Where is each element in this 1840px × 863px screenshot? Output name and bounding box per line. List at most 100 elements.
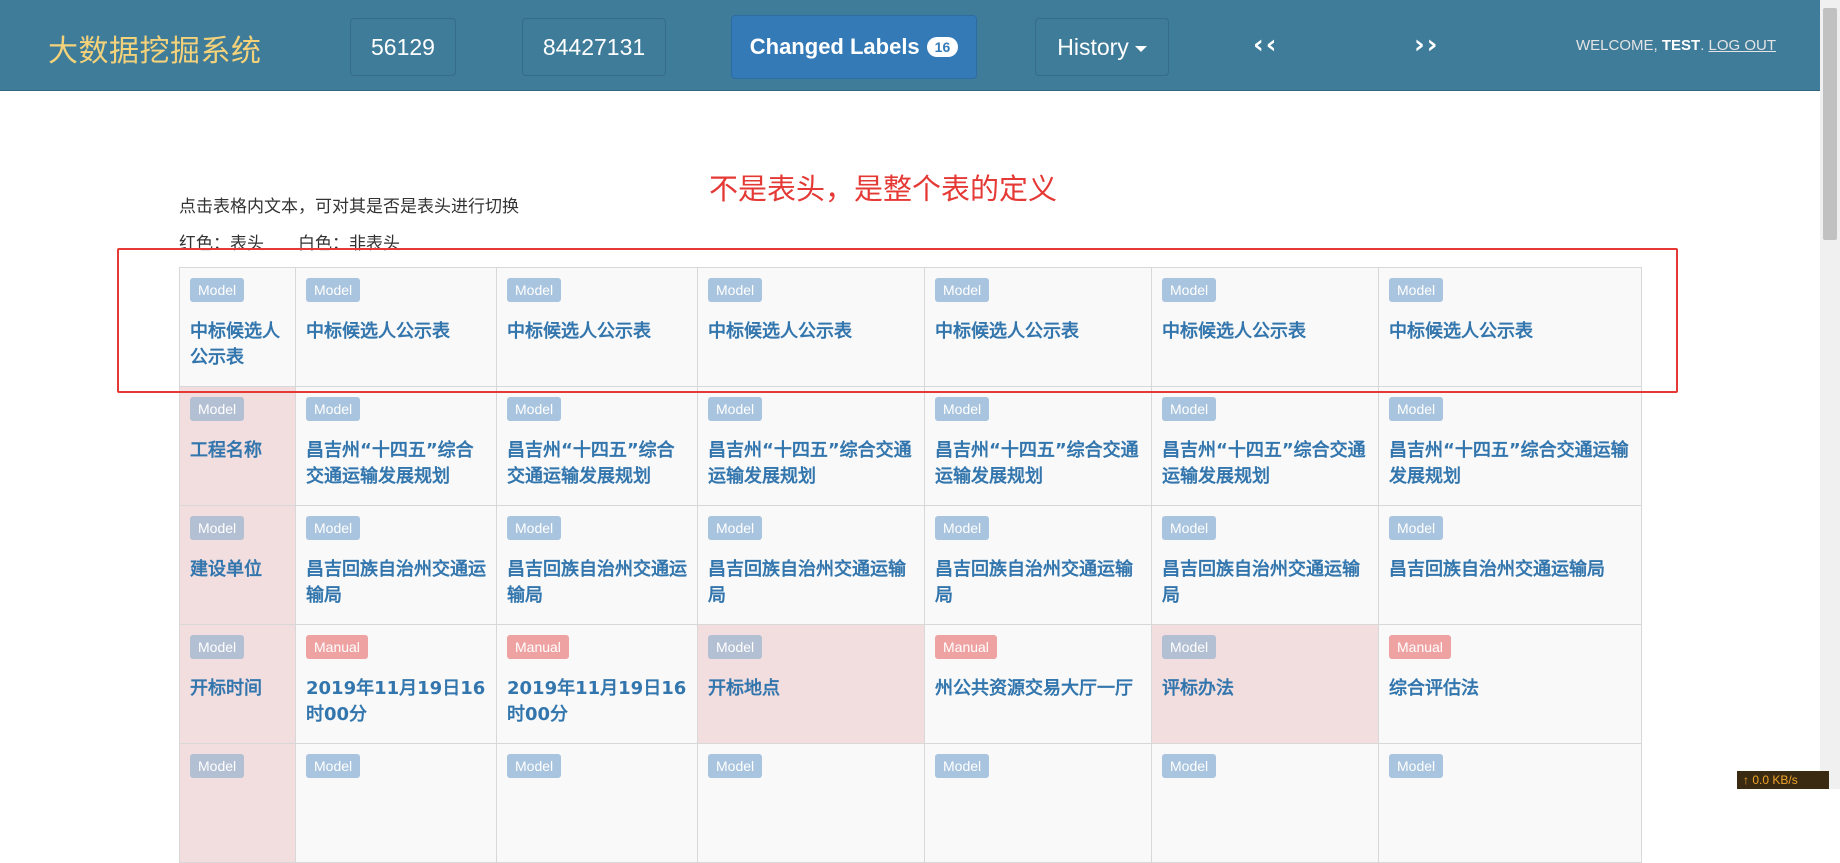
source-tag: Model — [1389, 397, 1444, 421]
cell-text[interactable]: 昌吉州“十四五”综合交通运输发展规划 — [708, 438, 914, 490]
table-row: Model 中标候选人公示表 Model 中标候选人公示表 Model 中标候选人公示表 M… — [179, 267, 1642, 387]
table-cell[interactable]: Model 中标候选人公示表 — [496, 267, 698, 387]
cell-text[interactable]: 综合评估法 — [1389, 676, 1631, 702]
cell-text[interactable]: 昌吉州“十四五”综合交通运输发展规划 — [1162, 438, 1368, 490]
changed-labels-button[interactable]: Changed Labels 16 — [731, 15, 977, 79]
legend-text: 红色：表头 白色：非表头 — [179, 229, 400, 254]
changed-labels-label: Changed Labels — [749, 34, 920, 59]
table-cell[interactable]: Model — [1378, 743, 1642, 863]
next-arrows-icon[interactable]: ›› — [1414, 30, 1439, 60]
cell-text[interactable]: 评标办法 — [1162, 676, 1368, 702]
source-tag: Model — [708, 516, 763, 540]
table-cell[interactable]: Manual 州公共资源交易大厅一厅 — [924, 624, 1152, 744]
source-tag: Model — [935, 516, 990, 540]
cell-text[interactable]: 2019年11月19日16时00分 — [507, 676, 687, 728]
brand-title[interactable]: 大数据挖掘系统 — [48, 26, 262, 70]
table-cell[interactable]: Model 中标候选人公示表 — [924, 267, 1152, 387]
table-cell[interactable]: Model 昌吉州“十四五”综合交通运输发展规划 — [1378, 386, 1642, 506]
cell-text[interactable]: 开标地点 — [708, 676, 914, 702]
counter-a[interactable]: 56129 — [350, 18, 456, 76]
cell-text[interactable]: 中标候选人公示表 — [306, 319, 486, 345]
table-cell[interactable]: Model — [697, 743, 925, 863]
cell-text[interactable]: 中标候选人公示表 — [1389, 319, 1631, 345]
table-cell[interactable]: Model 昌吉回族自治州交通运输局 — [496, 505, 698, 625]
table-cell[interactable]: Model 建设单位 — [179, 505, 296, 625]
table-cell[interactable]: Model — [496, 743, 698, 863]
table-cell[interactable]: Model 昌吉州“十四五”综合交通运输发展规划 — [295, 386, 497, 506]
table-cell[interactable]: Model 昌吉州“十四五”综合交通运输发展规划 — [496, 386, 698, 506]
cell-text[interactable]: 工程名称 — [190, 438, 285, 464]
source-tag: Model — [935, 278, 990, 302]
table-cell[interactable]: Model 中标候选人公示表 — [1151, 267, 1379, 387]
cell-text[interactable]: 昌吉回族自治州交通运输局 — [507, 557, 687, 609]
welcome-prefix: WELCOME, — [1576, 37, 1658, 54]
logout-link[interactable]: LOG OUT — [1709, 37, 1777, 54]
table-cell[interactable]: Model 昌吉州“十四五”综合交通运输发展规划 — [697, 386, 925, 506]
table-cell[interactable]: Model 评标办法 — [1151, 624, 1379, 744]
table-cell[interactable]: Model 开标地点 — [697, 624, 925, 744]
table-cell[interactable]: Manual 2019年11月19日16时00分 — [496, 624, 698, 744]
cell-text[interactable]: 开标时间 — [190, 676, 285, 702]
table-cell[interactable]: Model — [924, 743, 1152, 863]
source-tag: Model — [190, 635, 245, 659]
table-cell[interactable]: Model 中标候选人公示表 — [295, 267, 497, 387]
table-cell[interactable]: Model 中标候选人公示表 — [697, 267, 925, 387]
table-cell[interactable]: Model 昌吉州“十四五”综合交通运输发展规划 — [924, 386, 1152, 506]
table-cell[interactable]: Model 昌吉回族自治州交通运输局 — [1151, 505, 1379, 625]
cell-text[interactable]: 昌吉州“十四五”综合交通运输发展规划 — [1389, 438, 1631, 490]
cell-text[interactable]: 州公共资源交易大厅一厅 — [935, 676, 1141, 702]
cell-text[interactable]: 中标候选人公示表 — [507, 319, 687, 345]
cell-text[interactable]: 昌吉回族自治州交通运输局 — [306, 557, 486, 609]
counter-b[interactable]: 84427131 — [522, 18, 666, 76]
cell-text[interactable]: 昌吉回族自治州交通运输局 — [1389, 557, 1631, 583]
data-table: Model 中标候选人公示表 Model 中标候选人公示表 Model 中标候选人公示表 M… — [179, 267, 1642, 863]
source-tag: Manual — [306, 635, 368, 659]
vertical-scrollbar[interactable] — [1820, 0, 1840, 789]
prev-arrows-icon[interactable]: ‹‹ — [1253, 30, 1278, 60]
table-cell[interactable]: Model 昌吉州“十四五”综合交通运输发展规划 — [1151, 386, 1379, 506]
table-cell[interactable]: Manual 2019年11月19日16时00分 — [295, 624, 497, 744]
cell-text[interactable]: 昌吉州“十四五”综合交通运输发展规划 — [306, 438, 486, 490]
table-cell[interactable]: Model 昌吉回族自治州交通运输局 — [1378, 505, 1642, 625]
source-tag: Model — [708, 635, 763, 659]
table-cell[interactable]: Model 昌吉回族自治州交通运输局 — [697, 505, 925, 625]
cell-text[interactable]: 昌吉回族自治州交通运输局 — [935, 557, 1141, 609]
table-cell[interactable]: Model 昌吉回族自治州交通运输局 — [295, 505, 497, 625]
source-tag: Model — [1162, 278, 1217, 302]
instruction-text: 点击表格内文本，可对其是否是表头进行切换 — [179, 197, 519, 217]
table-cell[interactable]: Model — [179, 743, 296, 863]
history-dropdown[interactable]: History — [1035, 18, 1169, 76]
table-cell[interactable]: Model 工程名称 — [179, 386, 296, 506]
cell-text[interactable]: 昌吉回族自治州交通运输局 — [1162, 557, 1368, 609]
source-tag: Model — [1162, 397, 1217, 421]
source-tag: Model — [507, 397, 562, 421]
table-cell[interactable]: Model 昌吉回族自治州交通运输局 — [924, 505, 1152, 625]
table-row: Model 建设单位 Model 昌吉回族自治州交通运输局 Model 昌吉回族自治州交通… — [179, 505, 1642, 625]
table-cell[interactable]: Model — [1151, 743, 1379, 863]
table-cell[interactable]: Model 中标候选人公示表 — [1378, 267, 1642, 387]
cell-text[interactable]: 2019年11月19日16时00分 — [306, 676, 486, 728]
network-speed-indicator: ↑ 0.0 KB/s — [1737, 771, 1829, 789]
cell-text[interactable]: 中标候选人公示表 — [190, 319, 285, 371]
source-tag: Model — [708, 278, 763, 302]
scrollbar-thumb[interactable] — [1823, 8, 1837, 240]
source-tag: Model — [1162, 516, 1217, 540]
table-row: Model 开标时间 Manual 2019年11月19日16时00分 Manual 20… — [179, 624, 1642, 744]
cell-text[interactable]: 昌吉州“十四五”综合交通运输发展规划 — [935, 438, 1141, 490]
table-cell[interactable]: Model — [295, 743, 497, 863]
cell-text[interactable]: 中标候选人公示表 — [1162, 319, 1368, 345]
table-cell[interactable]: Model 开标时间 — [179, 624, 296, 744]
source-tag: Model — [190, 278, 245, 302]
table-cell[interactable]: Model 中标候选人公示表 — [179, 267, 296, 387]
annotation-note: 不是表头，是整个表的定义 — [709, 172, 1058, 206]
source-tag: Model — [507, 754, 562, 778]
cell-text[interactable]: 中标候选人公示表 — [708, 319, 914, 345]
cell-text[interactable]: 昌吉回族自治州交通运输局 — [708, 557, 914, 609]
cell-text[interactable]: 建设单位 — [190, 557, 285, 583]
table-cell[interactable]: Manual 综合评估法 — [1378, 624, 1642, 744]
cell-text[interactable]: 昌吉州“十四五”综合交通运输发展规划 — [507, 438, 687, 490]
table-row: Model 工程名称 Model 昌吉州“十四五”综合交通运输发展规划 Model 昌吉州… — [179, 386, 1642, 506]
source-tag: Model — [935, 754, 990, 778]
cell-text[interactable]: 中标候选人公示表 — [935, 319, 1141, 345]
white-legend: 白色：非表头 — [298, 234, 400, 254]
